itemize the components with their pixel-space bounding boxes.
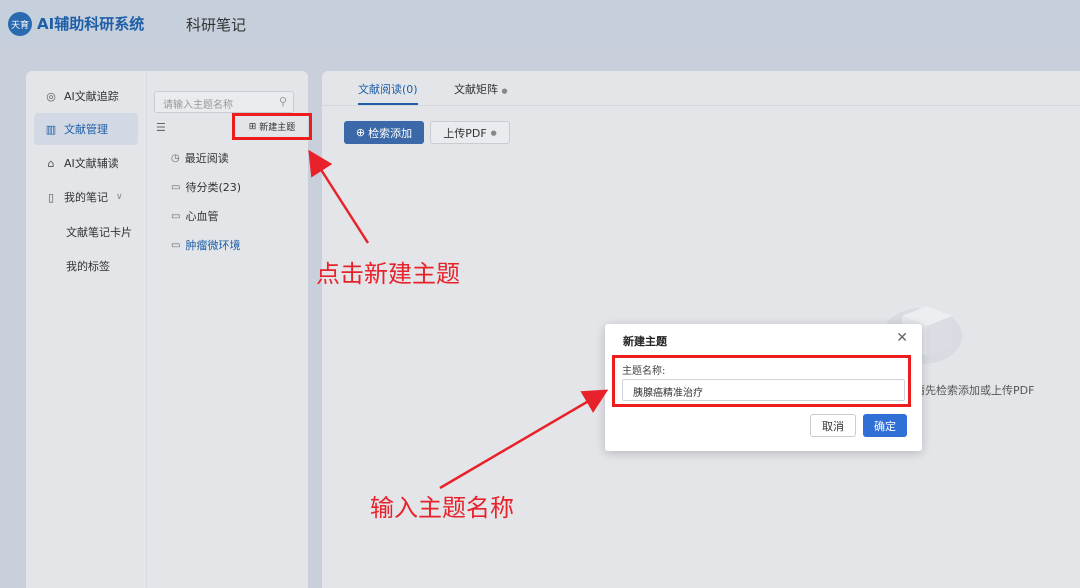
topic-label: 肿瘤微环境	[185, 239, 241, 252]
notebook-icon: ▯	[47, 190, 55, 204]
topic-item-cardiovascular[interactable]: ▭ 心血管	[171, 208, 218, 224]
topic-name-label: 主题名称:	[622, 366, 666, 377]
tab-literature-matrix[interactable]: 文献矩阵 ●	[454, 81, 508, 97]
sidebar-item-ai-tracking[interactable]: ◎ AI文献追踪	[34, 80, 138, 112]
close-icon[interactable]: ✕	[896, 330, 908, 346]
topic-panel: 请输入主题名称 ⚲ ☰ ⊞ 新建主题 ◷ 最近阅读 ▭ 待分类(23) ▭ 心血…	[146, 71, 312, 588]
add-icon: ⊞	[248, 121, 257, 132]
sidebar-item-literature-management[interactable]: ▥ 文献管理	[34, 113, 138, 145]
topic-item-recent[interactable]: ◷ 最近阅读	[171, 150, 229, 166]
search-placeholder: 请输入主题名称	[163, 100, 233, 111]
sidebar-item-label: 文献管理	[64, 123, 108, 136]
sidebar-subitem-note-cards[interactable]: 文献笔记卡片	[66, 224, 132, 240]
upload-pdf-button[interactable]: 上传PDF ●	[430, 121, 510, 144]
topic-item-unclassified[interactable]: ▭ 待分类(23)	[171, 179, 241, 195]
sidebar-subitem-my-tags[interactable]: 我的标签	[66, 258, 110, 274]
info-icon: ●	[501, 87, 508, 95]
new-topic-button[interactable]: ⊞ 新建主题	[232, 113, 312, 140]
annotation-click-new-topic: 点击新建主题	[316, 260, 460, 288]
tab-literature-reading[interactable]: 文献阅读(0)	[358, 81, 418, 97]
topic-label: 心血管	[185, 210, 219, 223]
search-add-label: 检索添加	[368, 126, 413, 140]
new-topic-label: 新建主题	[259, 123, 296, 133]
cancel-button[interactable]: 取消	[810, 414, 856, 437]
sidebar-item-label: AI文献追踪	[64, 90, 119, 103]
sidebar-item-ai-reading[interactable]: ⌂ AI文献辅读	[34, 147, 138, 179]
empty-state-text: 请先检索添加或上传PDF	[914, 384, 1035, 397]
logo-icon: 天育	[8, 12, 32, 36]
topic-search-input[interactable]: 请输入主题名称 ⚲	[154, 91, 294, 113]
search-add-button[interactable]: ⊕ 检索添加	[344, 121, 424, 144]
page-title: 科研笔记	[186, 16, 247, 34]
annotation-enter-topic-name: 输入主题名称	[370, 494, 514, 522]
tab-active-underline	[358, 103, 418, 105]
clock-icon: ◷	[171, 152, 180, 164]
search-icon[interactable]: ⚲	[279, 95, 287, 108]
books-icon: ▥	[45, 122, 57, 136]
sidebar-item-my-notes[interactable]: ▯ 我的笔记 ∨	[34, 181, 138, 213]
bank-icon: ⌂	[47, 156, 55, 170]
folder-icon: ▭	[171, 181, 181, 193]
sidebar-nav: ◎ AI文献追踪 ▥ 文献管理 ⌂ AI文献辅读 ▯ 我的笔记 ∨ 文献笔记卡片…	[26, 71, 146, 588]
dialog-title: 新建主题	[623, 335, 667, 348]
chevron-down-icon: ∨	[116, 192, 123, 202]
top-bar: 天育 AI辅助科研系统 科研笔记	[0, 0, 1080, 48]
search-icon: ⊕	[355, 126, 366, 139]
sidebar-item-label: AI文献辅读	[64, 157, 119, 170]
upload-label: 上传PDF	[443, 126, 487, 140]
new-topic-dialog: 新建主题 ✕ 主题名称: 胰腺癌精准治疗 取消 确定	[605, 324, 922, 451]
brand-title[interactable]: AI辅助科研系统	[37, 13, 144, 34]
left-panel: ◎ AI文献追踪 ▥ 文献管理 ⌂ AI文献辅读 ▯ 我的笔记 ∨ 文献笔记卡片…	[26, 71, 312, 588]
target-icon: ◎	[46, 89, 56, 103]
topic-label: 待分类(23)	[185, 181, 242, 194]
topic-item-tumor-microenvironment[interactable]: ▭ 肿瘤微环境	[171, 237, 240, 253]
info-icon: ●	[490, 128, 497, 137]
tab-label: 文献矩阵	[454, 83, 498, 96]
sidebar-item-label: 我的笔记	[64, 191, 108, 204]
list-toggle-icon[interactable]: ☰	[156, 121, 166, 134]
confirm-button[interactable]: 确定	[863, 414, 907, 437]
folder-icon: ▭	[171, 239, 181, 251]
folder-icon: ▭	[171, 210, 181, 222]
tab-bar: 文献阅读(0) 文献矩阵 ●	[322, 71, 1080, 106]
topic-name-input[interactable]: 胰腺癌精准治疗	[622, 379, 905, 401]
topic-label: 最近阅读	[184, 152, 229, 165]
